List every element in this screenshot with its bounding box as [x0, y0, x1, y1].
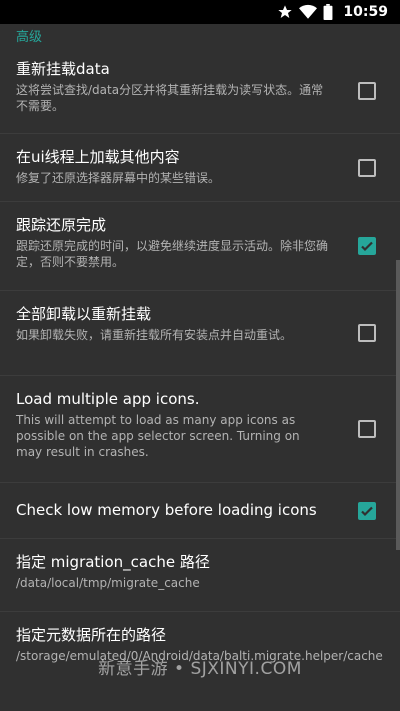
settings-screen[interactable]: 高级 重新挂载data 这将尝试查找/data分区并将其重新挂载为读写状态。通常…	[0, 24, 400, 711]
check-icon	[361, 506, 373, 516]
scrollbar[interactable]	[396, 260, 400, 550]
pref-title: 跟踪还原完成	[16, 216, 107, 234]
star-icon	[278, 5, 293, 18]
load-multiple-icons-checkbox[interactable]	[358, 420, 376, 438]
pref-title: 全部卸载以重新挂载	[16, 305, 152, 323]
status-time: 10:59	[343, 4, 388, 20]
pref-title: Load multiple app icons.	[16, 390, 200, 408]
watermark: 新意手游 • SJXINYI.COM	[98, 659, 302, 679]
unmount-all-remount-checkbox[interactable]	[358, 324, 376, 342]
pref-migration-cache-path[interactable]: 指定 migration_cache 路径 /data/local/tmp/mi…	[0, 539, 400, 612]
pref-remount-data[interactable]: 重新挂载data 这将尝试查找/data分区并将其重新挂载为读写状态。通常不需要…	[0, 48, 400, 134]
check-low-memory-checkbox[interactable]	[358, 501, 376, 520]
track-restore-completion-checkbox[interactable]	[358, 237, 376, 255]
pref-summary: 修复了还原选择器屏幕中的某些错误。	[16, 171, 221, 185]
status-bar: 10:59	[0, 0, 400, 24]
pref-unmount-all-remount[interactable]: 全部卸载以重新挂载 如果卸载失败，请重新挂载所有安装点并自动重试。	[0, 291, 400, 376]
wifi-icon	[299, 4, 318, 19]
pref-summary: /data/local/tmp/migrate_cache	[16, 576, 200, 590]
pref-check-low-memory[interactable]: Check low memory before loading icons	[0, 483, 400, 539]
pref-load-multiple-icons[interactable]: Load multiple app icons. This will attem…	[0, 376, 400, 483]
pref-summary: 如果卸载失败，请重新挂载所有安装点并自动重试。	[16, 328, 293, 342]
battery-icon	[323, 4, 333, 20]
pref-title: 指定 migration_cache 路径	[16, 553, 210, 571]
pref-title: 指定元数据所在的路径	[16, 626, 167, 644]
check-icon	[361, 241, 373, 252]
pref-title: 在ui线程上加载其他内容	[16, 148, 180, 166]
section-header-advanced: 高级	[16, 30, 43, 45]
pref-summary: 跟踪还原完成的时间，以避免继续进度显示活动。除非您确定，否则不要禁用。	[16, 239, 329, 269]
load-on-ui-thread-checkbox[interactable]	[358, 158, 376, 177]
pref-summary: This will attempt to load as many app ic…	[16, 413, 300, 459]
pref-track-restore-completion[interactable]: 跟踪还原完成 跟踪还原完成的时间，以避免继续进度显示活动。除非您确定，否则不要禁…	[0, 202, 400, 291]
pref-summary: 这将尝试查找/data分区并将其重新挂载为读写状态。通常不需要。	[16, 83, 324, 113]
pref-title: 重新挂载data	[16, 60, 110, 78]
pref-title: Check low memory before loading icons	[16, 501, 317, 519]
pref-load-on-ui-thread[interactable]: 在ui线程上加载其他内容 修复了还原选择器屏幕中的某些错误。	[0, 134, 400, 202]
remount-data-checkbox[interactable]	[358, 81, 376, 100]
